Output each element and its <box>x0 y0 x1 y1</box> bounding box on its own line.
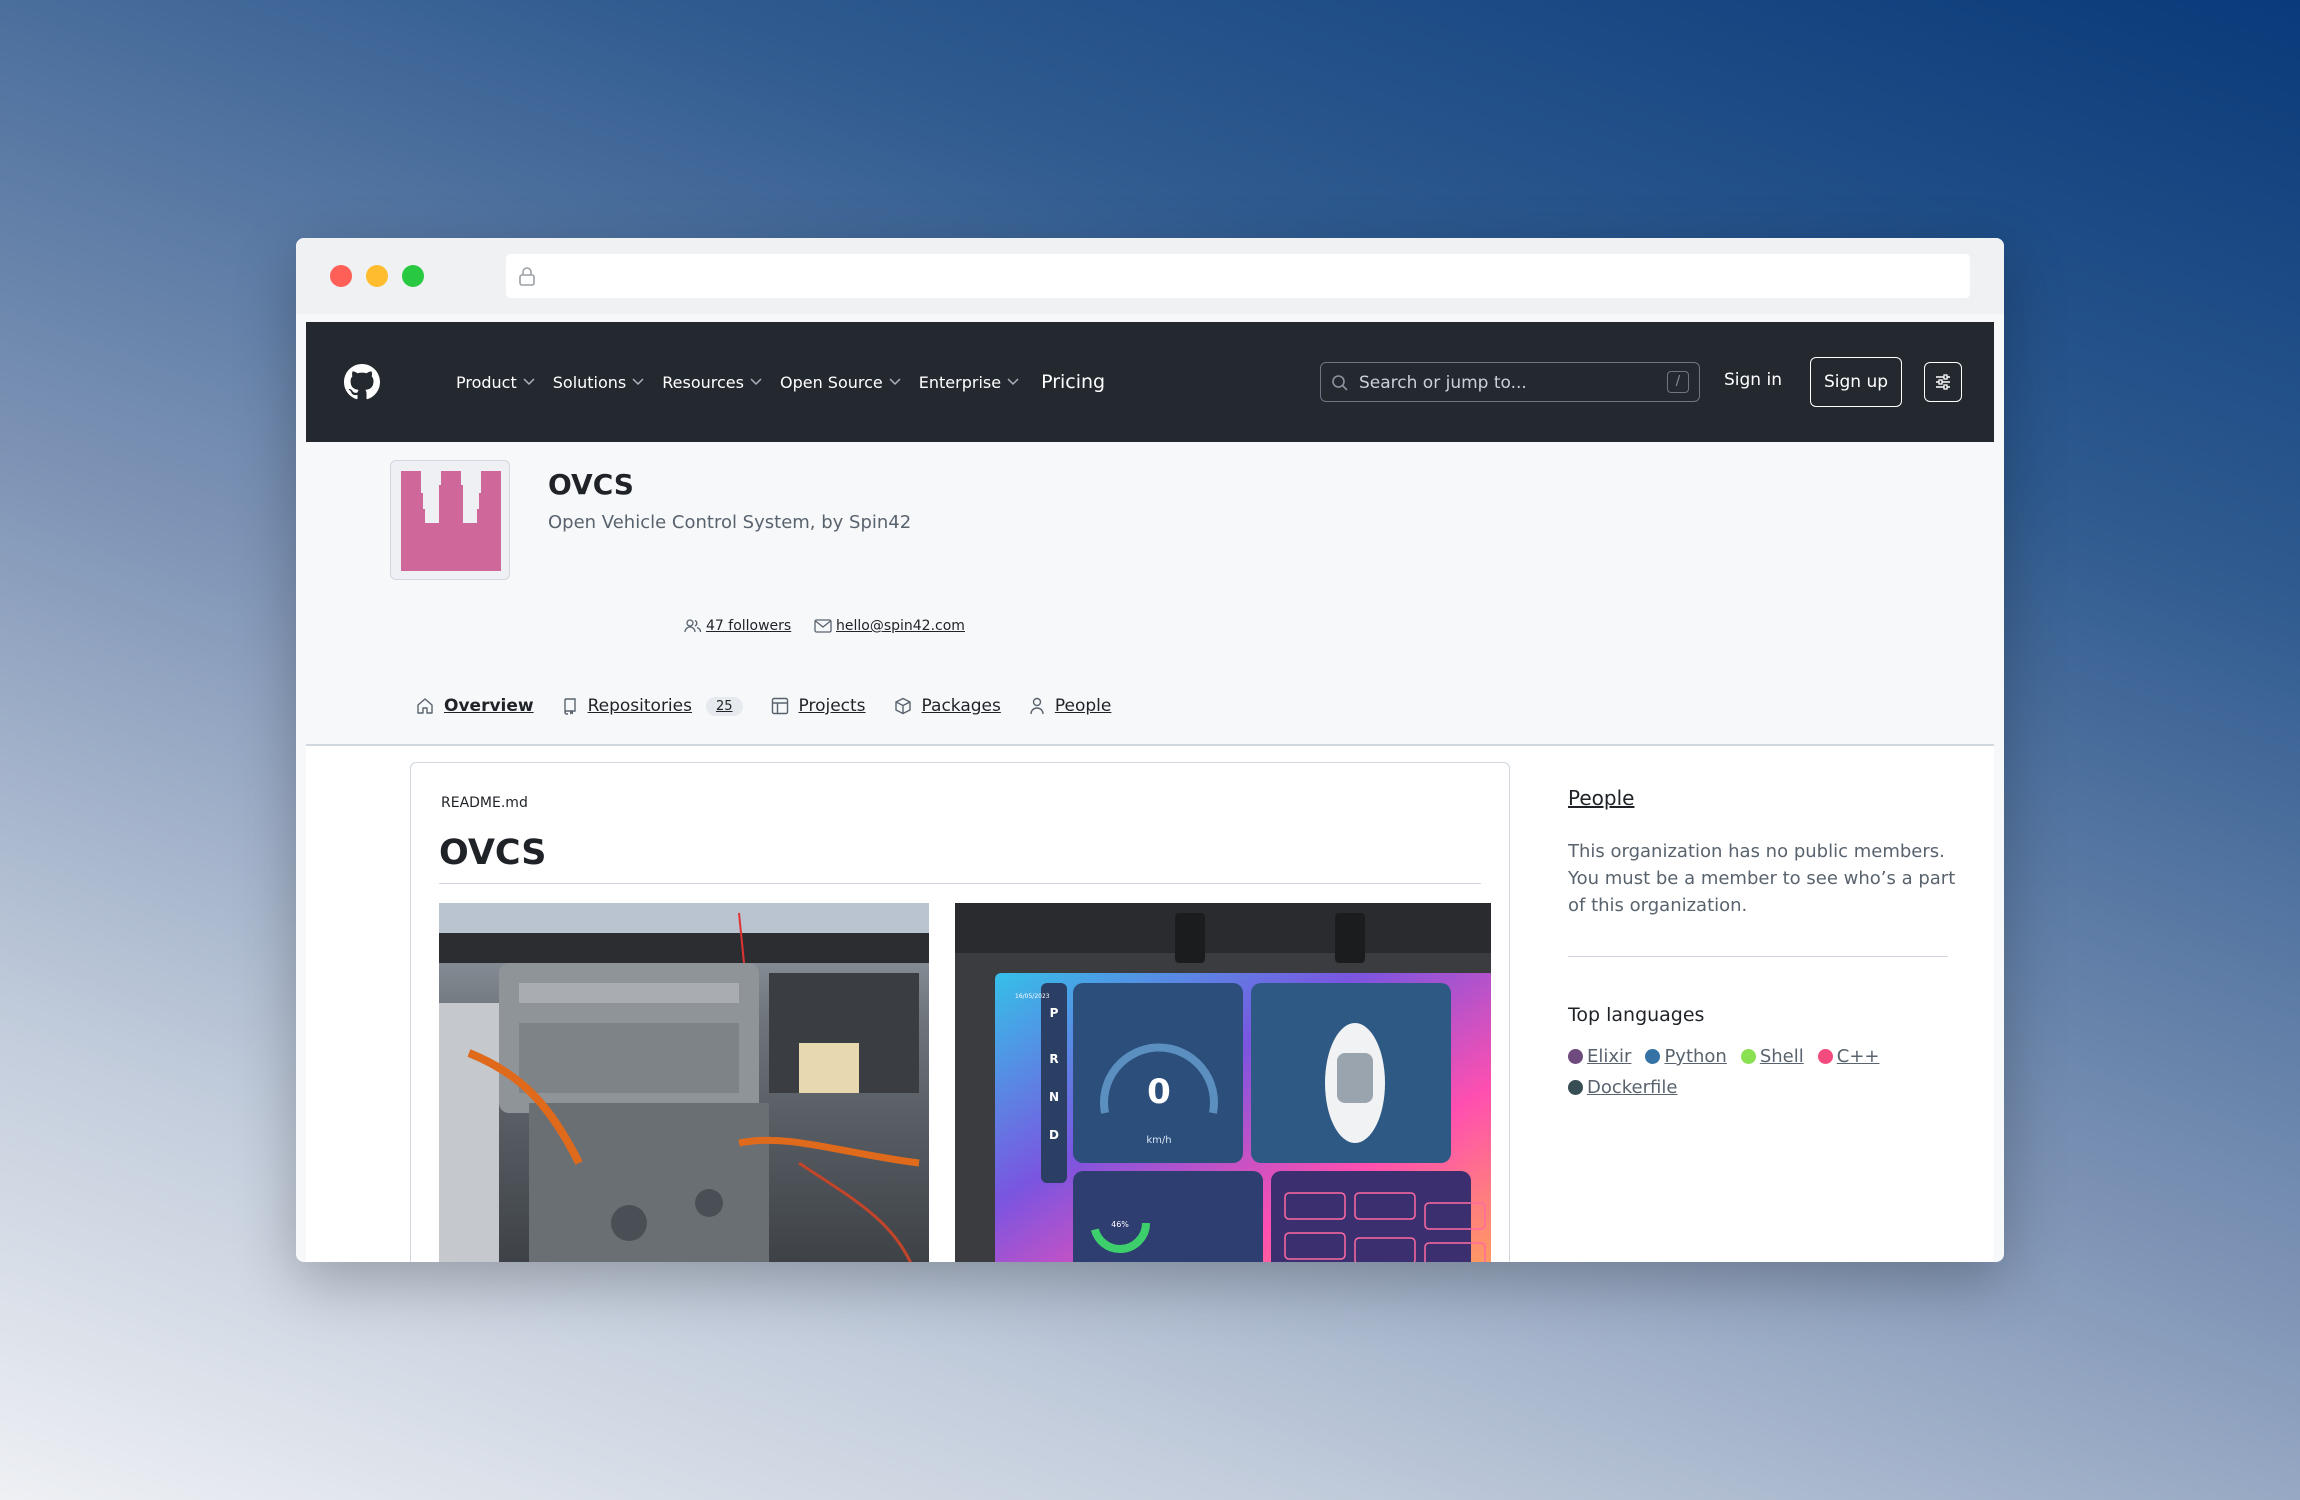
org-name: OVCS <box>548 468 634 501</box>
nav-label: Product <box>456 372 517 392</box>
tab-label: Projects <box>798 696 866 716</box>
language-cpp[interactable]: C++ <box>1817 1046 1880 1067</box>
language-color-dot <box>1740 1049 1756 1064</box>
chevron-down-icon <box>632 378 644 386</box>
sidebar-divider <box>1568 956 1948 957</box>
engine-bay-image <box>439 903 929 1262</box>
top-languages-heading: Top languages <box>1568 1004 1705 1026</box>
github-logo-icon[interactable] <box>344 364 380 400</box>
nav-label: Resources <box>662 372 744 392</box>
nav-enterprise[interactable]: Enterprise <box>919 373 1019 392</box>
language-dockerfile[interactable]: Dockerfile <box>1568 1077 1677 1098</box>
followers-count: 47 followers <box>706 618 792 634</box>
tab-projects[interactable]: Projects <box>771 696 866 716</box>
followers-link[interactable]: 47 followers <box>684 618 791 634</box>
engine-photo <box>439 903 929 1262</box>
repo-icon <box>563 698 576 715</box>
gear-p: P <box>1050 1006 1059 1020</box>
gear-d: D <box>1049 1128 1059 1142</box>
language-name: Dockerfile <box>1587 1077 1678 1098</box>
org-logo-icon <box>401 471 501 571</box>
language-color-dot <box>1645 1049 1661 1064</box>
chevron-down-icon <box>889 378 901 386</box>
gear-n: N <box>1049 1090 1059 1104</box>
chevron-down-icon <box>523 378 535 386</box>
nav-label: Solutions <box>552 372 627 392</box>
tab-label: Overview <box>444 696 534 716</box>
languages-list: Elixir Python Shell C++ Dockerfile <box>1568 1046 1948 1108</box>
sign-in-link[interactable]: Sign in <box>1724 370 1782 390</box>
search-icon <box>1332 375 1348 391</box>
tab-label: People <box>1054 696 1112 716</box>
tab-people[interactable]: People <box>1029 696 1111 716</box>
readme-title: OVCS <box>439 833 547 873</box>
dash-speed: 0 <box>1147 1072 1171 1112</box>
table-icon <box>771 697 788 715</box>
mail-icon <box>814 619 832 633</box>
person-icon <box>1030 697 1044 715</box>
people-heading-link[interactable]: People <box>1568 786 1634 810</box>
dashboard-screen-image: 0 km/h P R N D 16/05/2023 46% <box>955 903 1491 1262</box>
dashboard-photo: 0 km/h P R N D 16/05/2023 46% <box>955 903 1491 1262</box>
nav-open-source[interactable]: Open Source <box>780 373 901 392</box>
tab-label: Repositories <box>587 696 692 716</box>
language-python[interactable]: Python <box>1645 1046 1727 1067</box>
email-address: hello@spin42.com <box>836 618 965 634</box>
search-placeholder: Search or jump to... <box>1359 373 1527 393</box>
dash-speed-unit: km/h <box>1146 1135 1171 1146</box>
language-name: Elixir <box>1587 1046 1632 1067</box>
sliders-icon <box>1936 374 1950 390</box>
site-header: Product Solutions Resources Open Source … <box>306 322 1994 442</box>
readme-filename: README.md <box>441 795 528 811</box>
page-viewport: Product Solutions Resources Open Source … <box>296 238 2004 1262</box>
language-color-dot <box>1817 1049 1833 1064</box>
tab-packages[interactable]: Packages <box>894 696 1001 716</box>
readme-card: README.md OVCS 0 km/h P R N D 16/05/2023… <box>410 762 1510 1262</box>
gear-r: R <box>1049 1052 1058 1066</box>
nav-label: Enterprise <box>918 372 1002 392</box>
language-name: Python <box>1664 1046 1727 1067</box>
chevron-down-icon <box>750 378 762 386</box>
org-tabs: Overview Repositories 25 Projects Packag… <box>416 696 1139 716</box>
package-icon <box>894 697 911 715</box>
language-elixir[interactable]: Elixir <box>1568 1046 1631 1067</box>
org-avatar <box>390 460 510 580</box>
search-input[interactable]: Search or jump to... / <box>1320 362 1700 402</box>
sign-up-button[interactable]: Sign up <box>1810 357 1902 407</box>
nav-resources[interactable]: Resources <box>662 373 762 392</box>
email-link[interactable]: hello@spin42.com <box>814 618 965 634</box>
tab-overview[interactable]: Overview <box>416 696 534 716</box>
tab-repositories[interactable]: Repositories 25 <box>562 696 743 716</box>
language-name: C++ <box>1836 1046 1880 1067</box>
appearance-settings-button[interactable] <box>1924 362 1962 402</box>
main-nav: Product Solutions Resources Open Source … <box>456 322 1123 442</box>
chevron-down-icon <box>1007 378 1019 386</box>
repositories-counter: 25 <box>705 696 743 716</box>
home-icon <box>417 698 433 714</box>
search-shortcut-hint: / <box>1667 371 1689 393</box>
people-empty-text: This organization has no public members.… <box>1568 841 1956 916</box>
readme-divider <box>439 883 1481 884</box>
language-shell[interactable]: Shell <box>1740 1046 1804 1067</box>
people-icon <box>684 619 702 633</box>
language-color-dot <box>1568 1049 1583 1064</box>
language-color-dot <box>1568 1080 1583 1095</box>
nav-solutions[interactable]: Solutions <box>553 373 645 392</box>
nav-label: Open Source <box>779 372 883 392</box>
dash-date: 16/05/2023 <box>1015 993 1050 1000</box>
dash-battery: 46% <box>1111 1220 1129 1229</box>
org-description: Open Vehicle Control System, by Spin42 <box>548 512 912 533</box>
tab-label: Packages <box>921 696 1001 716</box>
nav-product[interactable]: Product <box>456 373 535 392</box>
language-name: Shell <box>1759 1046 1804 1067</box>
nav-pricing[interactable]: Pricing <box>1041 371 1105 393</box>
